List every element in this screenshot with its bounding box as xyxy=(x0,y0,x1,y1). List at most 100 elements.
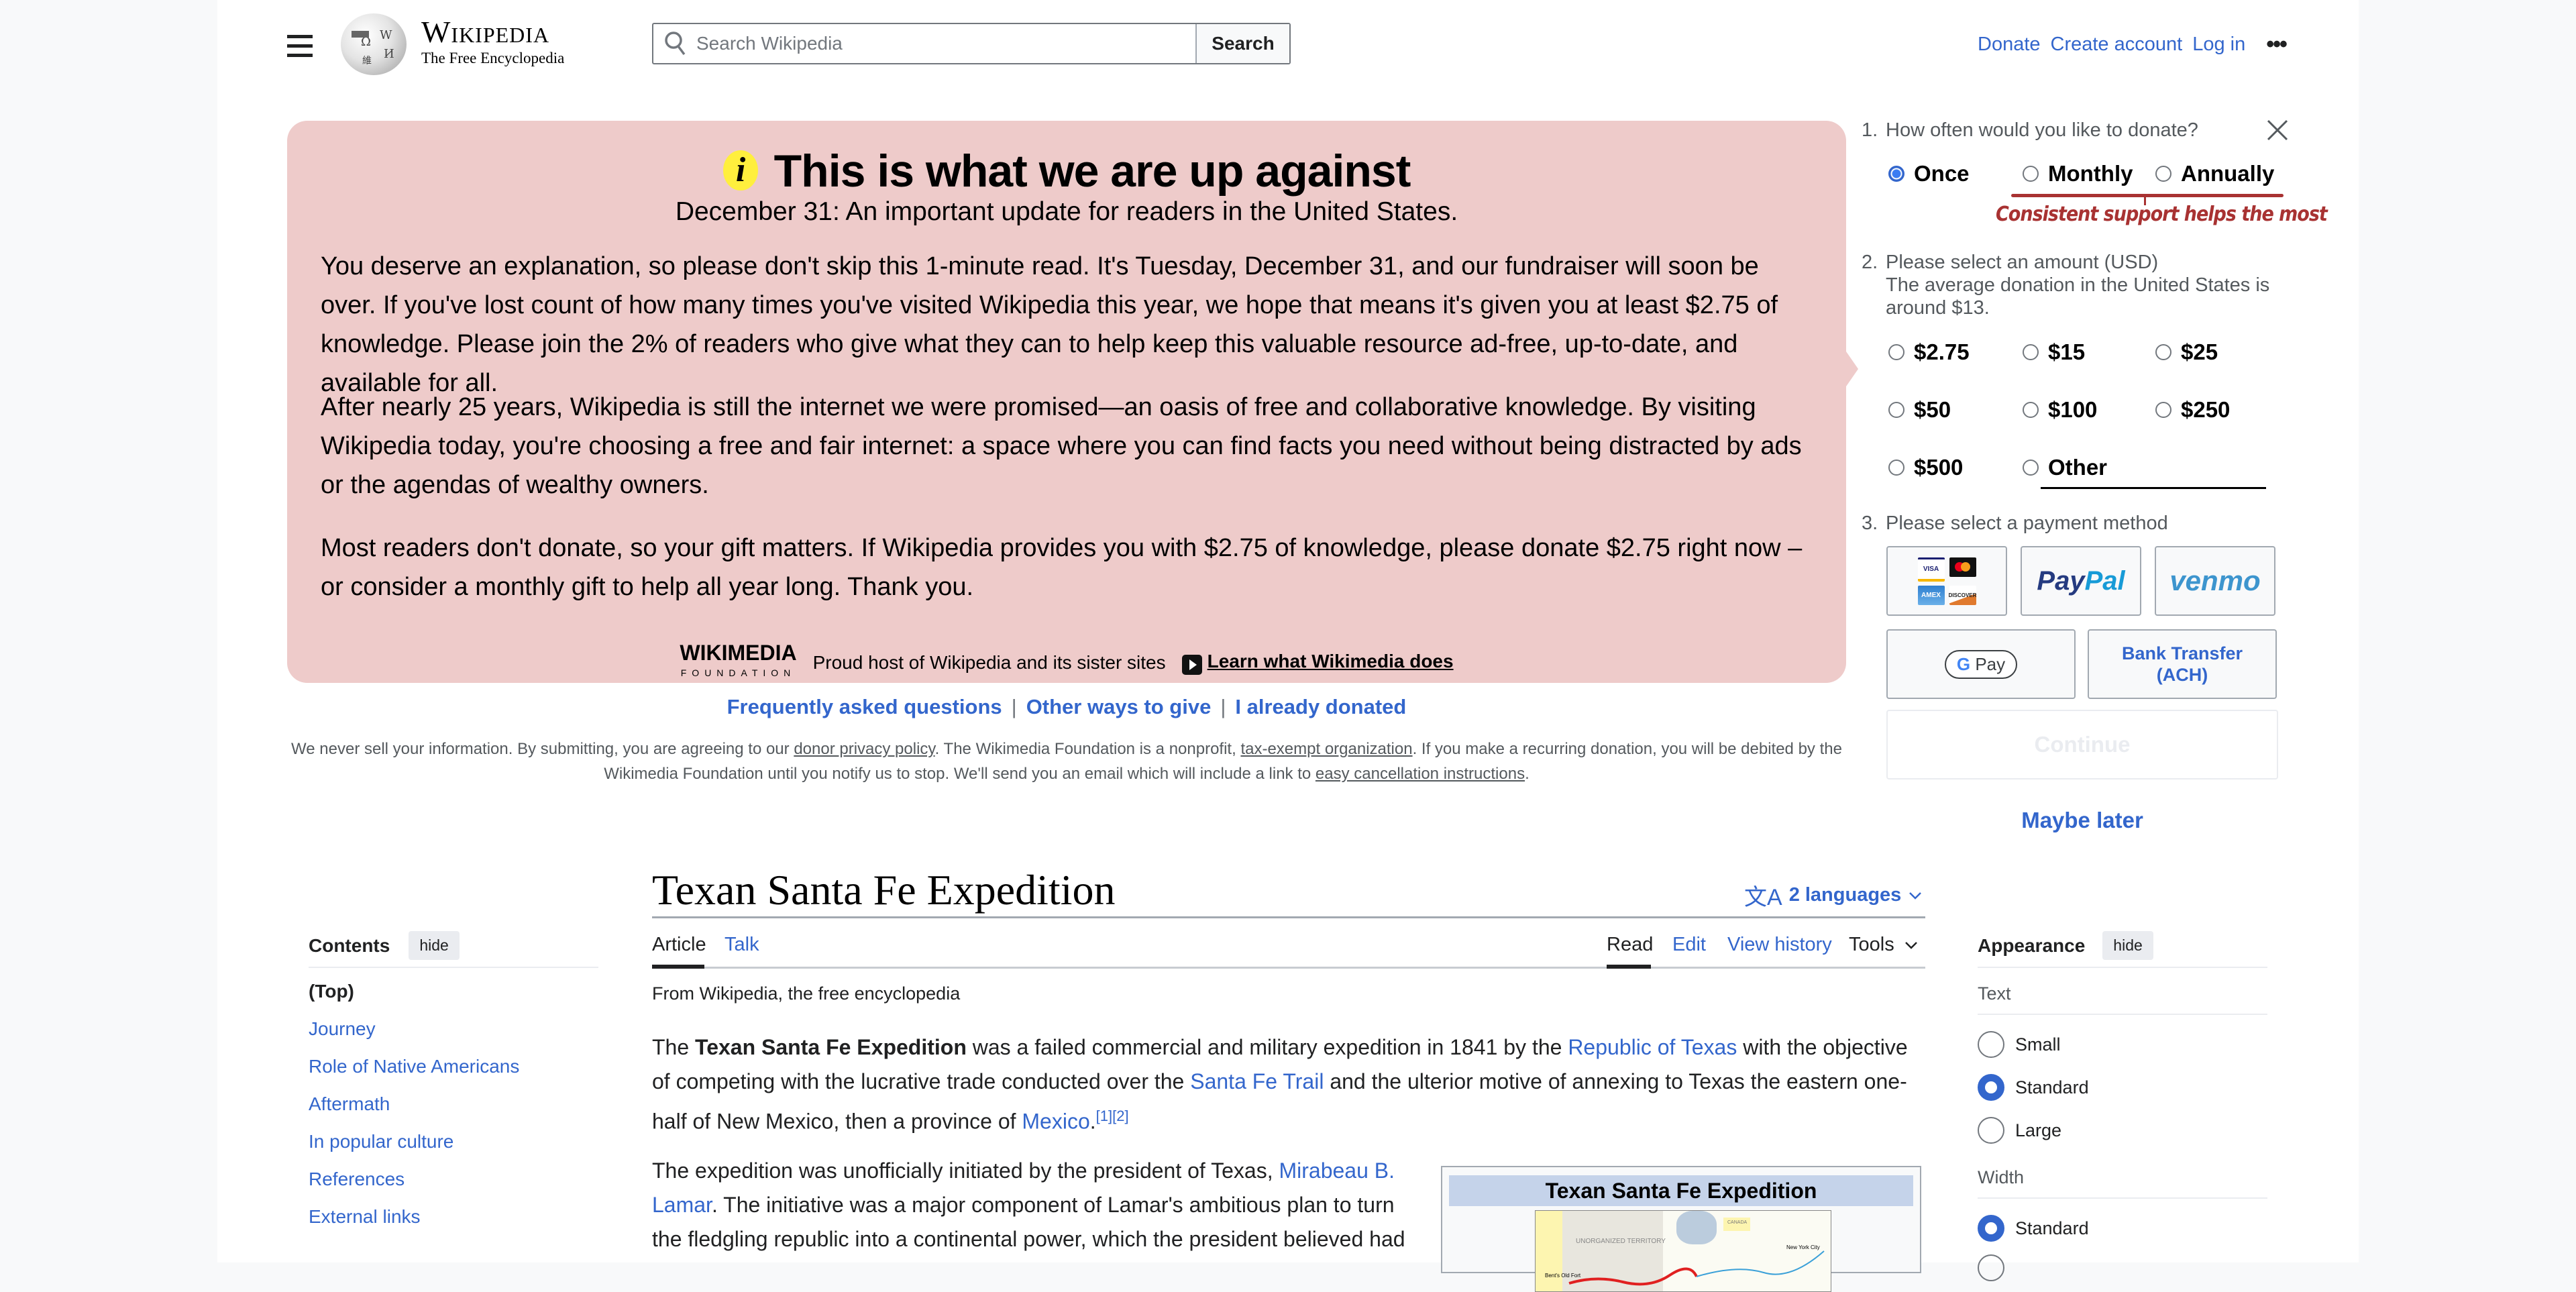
amount-option[interactable]: $2.75 xyxy=(1888,339,1970,365)
legal-part: We never sell your information. By submi… xyxy=(291,740,794,758)
separator: | xyxy=(1220,695,1226,718)
login-link[interactable]: Log in xyxy=(2192,34,2245,56)
tab-talk[interactable]: Talk xyxy=(724,934,759,956)
frequency-annually[interactable]: Annually xyxy=(2155,161,2274,186)
text-size-large[interactable]: Large xyxy=(1978,1117,2061,1144)
continue-button[interactable]: Continue xyxy=(1886,710,2278,779)
infobox: Texan Santa Fe Expedition UNORGANIZED TE… xyxy=(1441,1166,1921,1292)
tab-edit[interactable]: Edit xyxy=(1672,934,1706,956)
tools-menu[interactable]: Tools xyxy=(1849,934,1919,956)
language-selector[interactable]: 文A 2 languages xyxy=(1744,879,1923,912)
create-account-link[interactable]: Create account xyxy=(2051,34,2183,56)
amount-option[interactable]: $25 xyxy=(2155,339,2218,365)
radio[interactable] xyxy=(2023,166,2039,182)
text: . xyxy=(1089,1109,1096,1134)
search-input[interactable]: Search Wikipedia xyxy=(653,24,1195,63)
option-label: Once xyxy=(1914,161,1970,186)
ellipsis-icon[interactable]: ••• xyxy=(2266,32,2288,58)
recurring-highlight-line xyxy=(2011,194,2284,197)
link-santa-fe-trail[interactable]: Santa Fe Trail xyxy=(1190,1069,1324,1093)
width-label: Width xyxy=(1978,1167,2025,1187)
maybe-later-link[interactable]: Maybe later xyxy=(1886,808,2278,833)
tax-exempt-link[interactable]: tax-exempt organization xyxy=(1240,740,1412,758)
link-republic-of-texas[interactable]: Republic of Texas xyxy=(1568,1035,1737,1059)
option-label: Standard xyxy=(2015,1218,2089,1238)
other-amount-input[interactable] xyxy=(2041,487,2266,489)
amount-option[interactable]: $250 xyxy=(2155,397,2230,423)
radio[interactable] xyxy=(1978,1117,2004,1144)
learn-link-text: Learn what Wikimedia does xyxy=(1207,651,1454,672)
tab-view-history[interactable]: View history xyxy=(1727,934,1832,956)
amount-option[interactable]: $50 xyxy=(1888,397,1951,423)
amount-option[interactable]: $100 xyxy=(2023,397,2097,423)
toc-item-role-of-native-americans[interactable]: Role of Native Americans xyxy=(309,1056,519,1077)
text: . The initiative was a major component o… xyxy=(652,1193,1405,1251)
wikipedia-globe-logo[interactable]: Ω W И 維 xyxy=(341,13,407,75)
banner-links: Frequently asked questions | Other ways to… xyxy=(287,695,1846,719)
frequency-once[interactable]: Once xyxy=(1888,161,1970,186)
amount-option[interactable]: $15 xyxy=(2023,339,2085,365)
width-standard[interactable]: Standard xyxy=(1978,1215,2089,1242)
faq-link[interactable]: Frequently asked questions xyxy=(727,695,1002,718)
toc-item-external-links[interactable]: External links xyxy=(309,1206,421,1228)
appearance-divider xyxy=(1978,967,2267,968)
radio[interactable] xyxy=(2023,344,2039,360)
search-button[interactable]: Search xyxy=(1195,24,1289,63)
link-mexico[interactable]: Mexico xyxy=(1022,1110,1089,1134)
infobox-title: Texan Santa Fe Expedition xyxy=(1449,1175,1913,1206)
tab-read[interactable]: Read xyxy=(1607,934,1653,956)
amount-other[interactable]: Other xyxy=(2023,455,2107,480)
text-size-small[interactable]: Small xyxy=(1978,1031,2061,1058)
option-label: Small xyxy=(2015,1034,2061,1055)
pay-credit-card-button[interactable]: VISA AMEX DISCOVER xyxy=(1886,546,2007,616)
toc-item-in-popular-culture[interactable]: In popular culture xyxy=(309,1131,453,1152)
search-icon xyxy=(665,32,686,56)
donate-link[interactable]: Donate xyxy=(1978,34,2041,56)
radio[interactable] xyxy=(2155,344,2171,360)
radio[interactable] xyxy=(2155,402,2171,418)
pay-bank-transfer-button[interactable]: Bank Transfer (ACH) xyxy=(2088,629,2277,699)
toc-item-top[interactable]: (Top) xyxy=(309,981,354,1002)
toc-item-aftermath[interactable]: Aftermath xyxy=(309,1093,390,1115)
radio-checked[interactable] xyxy=(1978,1215,2004,1242)
tab-article[interactable]: Article xyxy=(652,934,706,956)
radio-checked[interactable] xyxy=(1978,1074,2004,1101)
google-g-icon: G xyxy=(1956,653,1971,674)
toc-item-journey[interactable]: Journey xyxy=(309,1018,376,1040)
appearance-hide-button[interactable]: hide xyxy=(2102,931,2153,960)
main-menu-icon[interactable] xyxy=(287,35,313,57)
text-size-standard[interactable]: Standard xyxy=(1978,1074,2089,1101)
toc-hide-button[interactable]: hide xyxy=(409,931,460,960)
globe-glyph-w: W xyxy=(380,28,392,42)
frequency-monthly[interactable]: Monthly xyxy=(2023,161,2133,186)
pay-venmo-button[interactable]: venmo xyxy=(2155,546,2275,616)
donor-privacy-policy-link[interactable]: donor privacy policy xyxy=(794,740,934,758)
pay-paypal-button[interactable]: PayPal xyxy=(2021,546,2141,616)
pay-google-pay-button[interactable]: G Pay xyxy=(1886,629,2076,699)
banner-paragraph: After nearly 25 years, Wikipedia is stil… xyxy=(321,393,1802,499)
other-ways-link[interactable]: Other ways to give xyxy=(1026,695,1212,718)
radio[interactable] xyxy=(2023,460,2039,476)
radio[interactable] xyxy=(1978,1031,2004,1058)
radio[interactable] xyxy=(1978,1254,2004,1281)
banner-paragraph: You deserve an explanation, so please do… xyxy=(321,252,1778,397)
cancellation-link[interactable]: easy cancellation instructions xyxy=(1316,765,1525,783)
wikipedia-wordmark[interactable]: Wikipedia The Free Encyclopedia xyxy=(421,15,564,67)
radio[interactable] xyxy=(2023,402,2039,418)
learn-wikimedia-link[interactable]: Learn what Wikimedia does xyxy=(1181,651,1454,675)
question-text: How often would you like to donate? xyxy=(1886,119,2198,141)
gpay-text: Pay xyxy=(1975,653,2006,674)
citation-refs[interactable]: [1][2] xyxy=(1096,1108,1129,1124)
radio-checked[interactable] xyxy=(1888,166,1904,182)
radio[interactable] xyxy=(2155,166,2171,182)
amount-option[interactable]: $500 xyxy=(1888,455,1963,480)
radio[interactable] xyxy=(1888,344,1904,360)
toc-item-references[interactable]: References xyxy=(309,1169,405,1190)
radio[interactable] xyxy=(1888,460,1904,476)
option-label: $100 xyxy=(2048,397,2098,422)
expedition-map-image[interactable]: UNORGANIZED TERRITORY CANADA New York Ci… xyxy=(1535,1210,1831,1292)
width-wide[interactable] xyxy=(1978,1254,2015,1281)
close-icon[interactable] xyxy=(2264,117,2291,144)
radio[interactable] xyxy=(1888,402,1904,418)
already-donated-link[interactable]: I already donated xyxy=(1235,695,1406,718)
